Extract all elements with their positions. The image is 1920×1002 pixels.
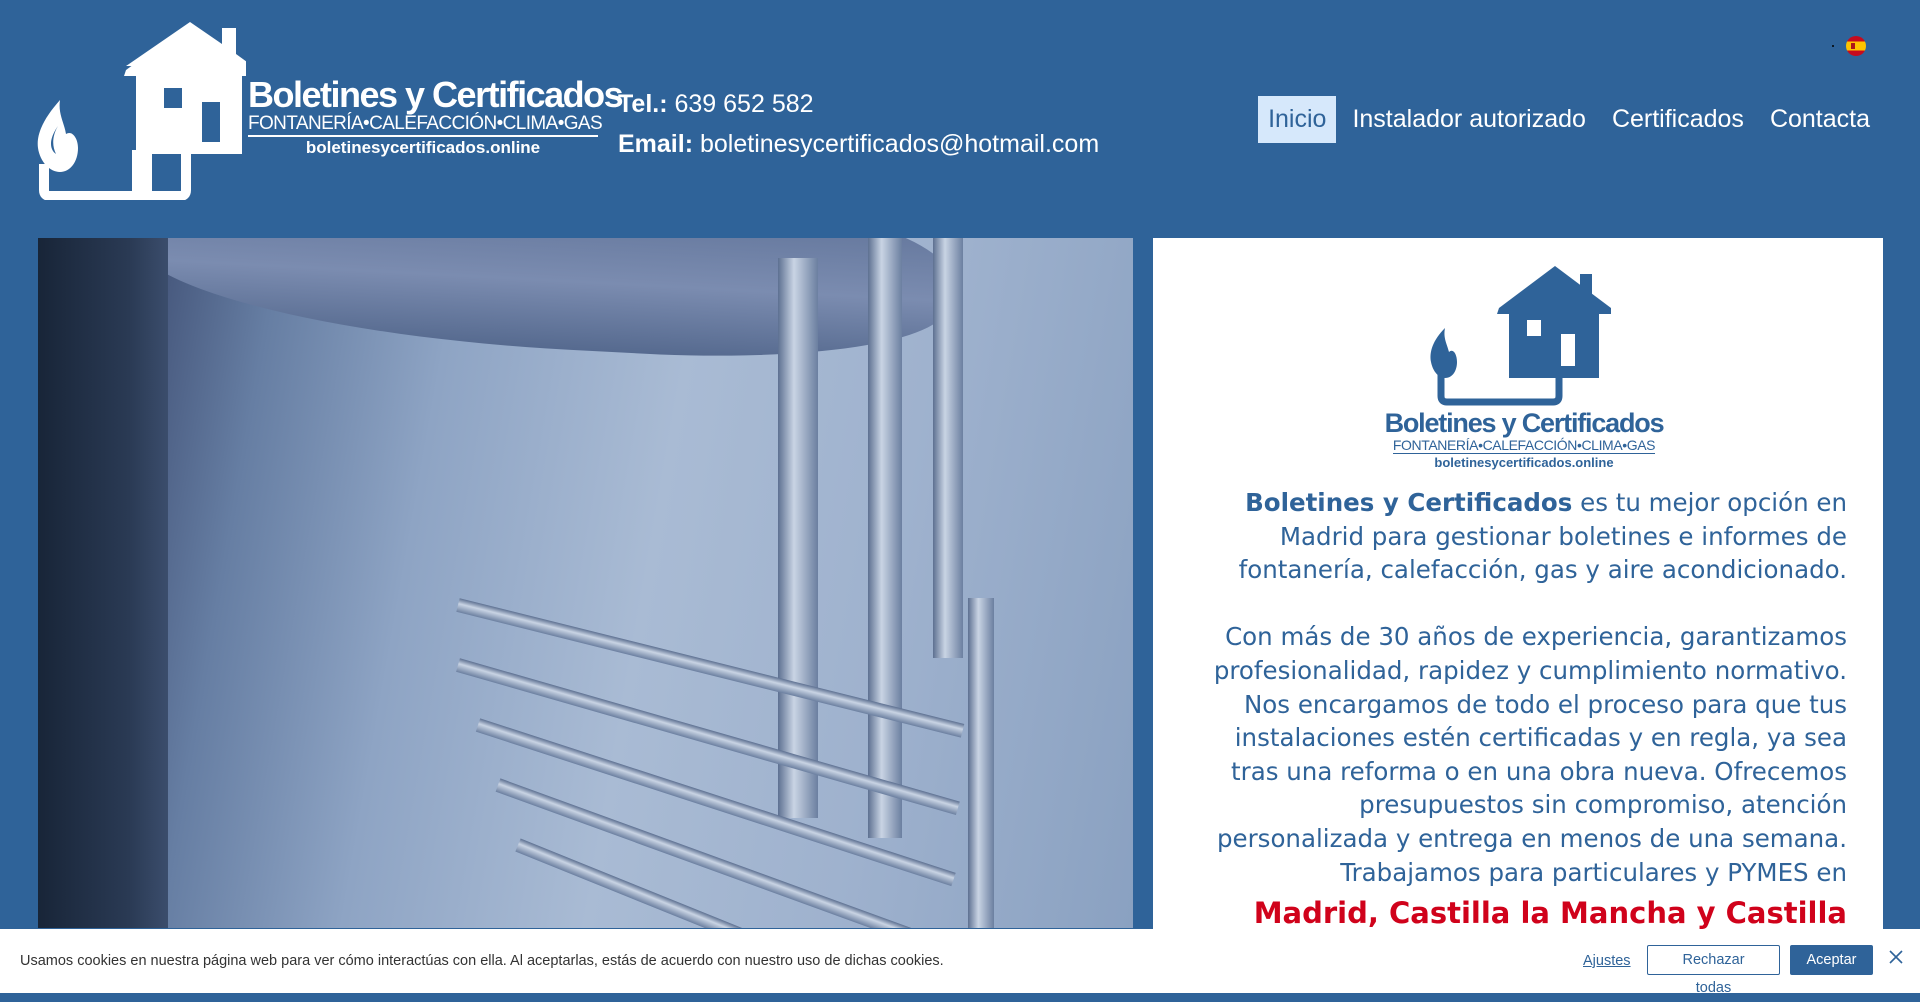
email-value[interactable]: boletinesycertificados@hotmail.com bbox=[700, 130, 1099, 158]
panel-description: Boletines y Certificados es tu mejor opc… bbox=[1183, 486, 1847, 889]
contact-info: Tel.: 639 652 582 Email: boletinesycerti… bbox=[618, 84, 1099, 164]
hero-pipe bbox=[778, 258, 818, 818]
accept-button[interactable]: Aceptar bbox=[1790, 945, 1873, 975]
nav-item-inicio[interactable]: Inicio bbox=[1258, 96, 1337, 143]
nav-item-contacta[interactable]: Contacta bbox=[1760, 96, 1880, 143]
logo-url: boletinesycertificados.online bbox=[305, 138, 541, 157]
intro-brand: Boletines y Certificados bbox=[1245, 488, 1573, 517]
panel-logo-title: Boletines y Certificados bbox=[1384, 408, 1665, 438]
house-flame-icon bbox=[1430, 266, 1611, 406]
hero-arm bbox=[124, 238, 952, 370]
nav-item-instalador-autorizado[interactable]: Instalador autorizado bbox=[1342, 96, 1595, 143]
cookie-banner: Usamos cookies en nuestra página web par… bbox=[0, 929, 1920, 996]
hero-pipe bbox=[968, 598, 994, 928]
hero-image bbox=[38, 238, 1133, 928]
phone-line[interactable]: Tel.: 639 652 582 bbox=[618, 84, 1099, 124]
info-panel: Boletines y Certificados FONTANERÍA•CALE… bbox=[1153, 238, 1883, 993]
hero-pipe bbox=[868, 238, 902, 838]
hero-sleeve bbox=[38, 238, 168, 928]
hero-pipe bbox=[933, 238, 963, 658]
intro-paragraph: Boletines y Certificados es tu mejor opc… bbox=[1183, 486, 1847, 587]
panel-logo-subtitle: FONTANERÍA•CALEFACCIÓN•CLIMA•GAS bbox=[1392, 437, 1656, 454]
main-nav: Inicio Instalador autorizado Certificado… bbox=[1258, 96, 1880, 143]
site-logo[interactable]: Boletines y Certificados FONTANERÍA•CALE… bbox=[36, 22, 624, 200]
cookie-message: Usamos cookies en nuestra página web par… bbox=[20, 953, 944, 969]
logo-subtitle: FONTANERÍA•CALEFACCIÓN•CLIMA•GAS bbox=[248, 114, 603, 137]
cookie-settings-link[interactable]: Ajustes bbox=[1583, 953, 1631, 969]
phone-label: Tel.: bbox=[618, 90, 668, 118]
email-label: Email: bbox=[618, 130, 694, 158]
panel-logo: Boletines y Certificados FONTANERÍA•CALE… bbox=[1379, 266, 1669, 476]
house-flame-icon bbox=[37, 22, 246, 200]
nav-item-certificados[interactable]: Certificados bbox=[1602, 96, 1754, 143]
panel-logo-url: boletinesycertificados.online bbox=[1434, 455, 1614, 470]
reject-all-button[interactable]: Rechazar todas bbox=[1647, 945, 1780, 996]
spain-flag-icon[interactable] bbox=[1846, 36, 1866, 56]
close-icon[interactable] bbox=[1886, 947, 1906, 967]
body-paragraph: Con más de 30 años de experiencia, garan… bbox=[1213, 622, 1847, 887]
logo-title: Boletines y Certificados bbox=[248, 74, 624, 115]
language-dot bbox=[1832, 45, 1834, 47]
phone-value[interactable]: 639 652 582 bbox=[675, 90, 814, 118]
email-line[interactable]: Email: boletinesycertificados@hotmail.co… bbox=[618, 124, 1099, 164]
